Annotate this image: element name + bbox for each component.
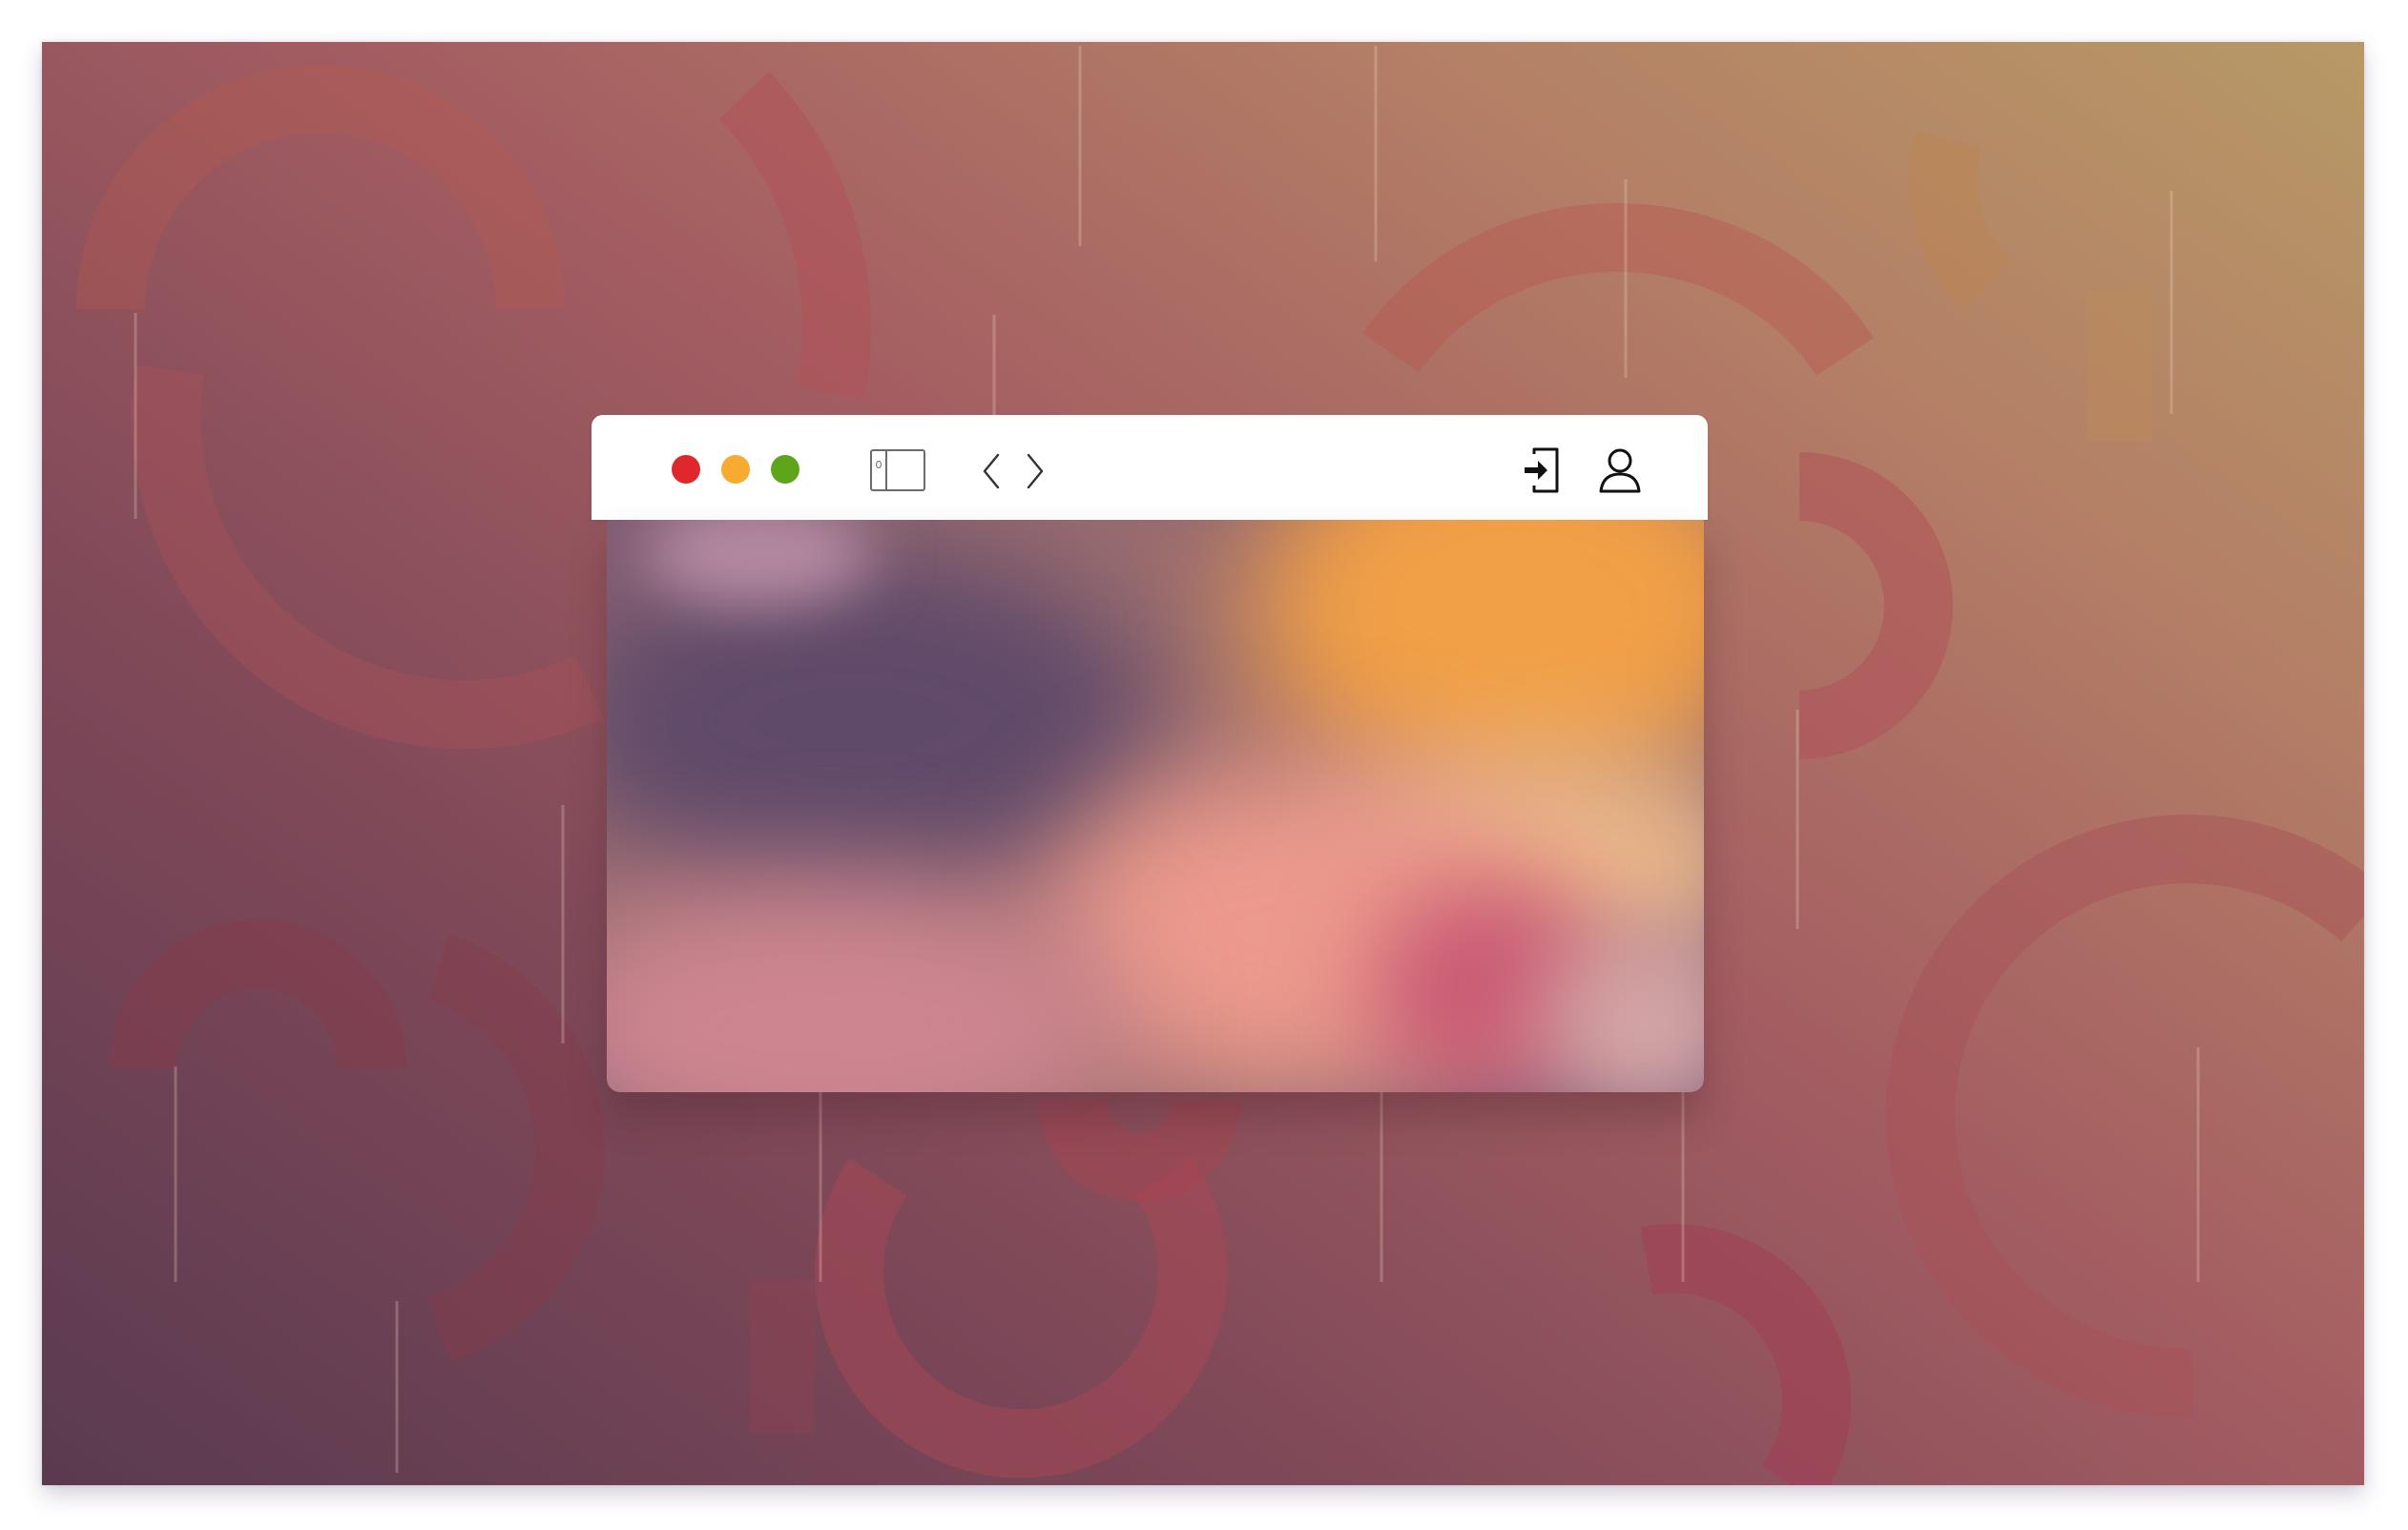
screen [0, 0, 2408, 1530]
chevron-right-icon [1027, 453, 1044, 489]
sidebar-toggle-icon[interactable] [870, 449, 925, 491]
profile-button[interactable] [1597, 445, 1643, 495]
web-content-area[interactable] [607, 520, 1704, 1092]
chevron-left-icon [983, 453, 1000, 489]
forward-button[interactable] [1015, 451, 1053, 491]
zoom-button[interactable] [771, 455, 799, 484]
window-toolbar [592, 415, 1708, 520]
minimize-button[interactable] [721, 455, 750, 484]
user-profile-icon [1599, 448, 1641, 493]
close-button[interactable] [672, 455, 700, 484]
sidebar-pane-shape [872, 451, 887, 489]
browser-window [592, 415, 1708, 1094]
sign-in-button[interactable] [1521, 445, 1567, 495]
back-button[interactable] [973, 451, 1011, 491]
sidebar-dot-shape [876, 461, 882, 468]
sign-in-icon [1525, 447, 1559, 493]
